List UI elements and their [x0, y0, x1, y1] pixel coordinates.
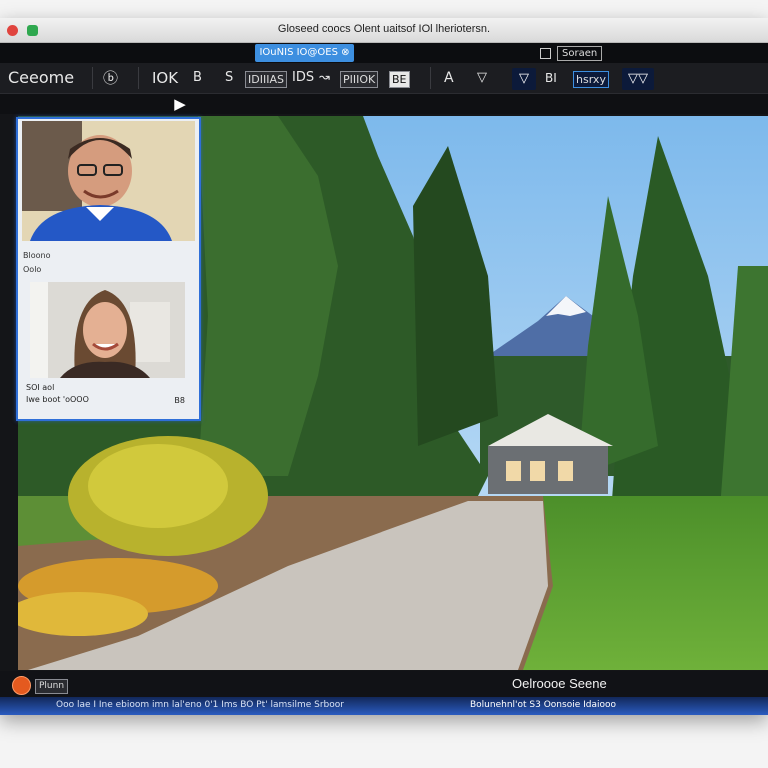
record-button[interactable] [12, 676, 31, 695]
double-chevron-icon[interactable]: ▽▽ [622, 68, 654, 90]
toolbar-divider [138, 67, 139, 89]
proxy-select[interactable]: hsrxy [573, 71, 609, 88]
app-name: Ceeome [8, 68, 75, 87]
screen-icon [540, 47, 551, 59]
app-window: Gloseed coocs Olent uaitsof IOl lheriote… [0, 18, 768, 715]
participant-2-video [30, 282, 185, 378]
dropdown-toggle-button[interactable]: ▽ [512, 68, 536, 90]
participant-1-info: Bloono Oolo [23, 249, 50, 277]
participant-tile-2[interactable] [30, 282, 185, 378]
status-text-right: Bolunehnl'ot S3 Oonsoie Idaiooo [470, 700, 616, 710]
text-style-icon[interactable]: A [444, 63, 454, 93]
participant-1-video [22, 121, 195, 241]
settings-icon[interactable]: ⓑ [103, 63, 118, 93]
wave-icon[interactable]: ↝ [319, 63, 330, 93]
status-bar: Ooo lae I Ine ebioom imn lal'eno 0'1 Ims… [0, 697, 768, 715]
participant-tile-1[interactable] [22, 121, 195, 241]
sub-toolbar: ▶ [0, 94, 768, 114]
status-text-left: Ooo lae I Ine ebioom imn lal'eno 0'1 Ims… [56, 700, 344, 710]
toolbar-item-ids[interactable]: IDS [292, 63, 314, 93]
play-button[interactable]: ▶ [166, 94, 194, 114]
tab-strip: IOuNIS IO@OES ⊗ Soraen [0, 43, 768, 63]
scene-title: Oelroooe Seene [512, 676, 607, 691]
tab-screen[interactable]: Soraen [540, 45, 603, 61]
participant-2-info: SOI aol Iwe boot 'oOOO [26, 382, 89, 406]
participants-panel: Bloono Oolo SOI aol Iwe boot 'oOOO B8 [16, 117, 201, 421]
bottom-bar: Plunn Oelroooe Seene [0, 671, 768, 697]
toolbar-item-piiok[interactable]: PIIIOK [340, 71, 379, 88]
record-label[interactable]: Plunn [35, 679, 69, 694]
toolbar: Ceeome ⓑ IOK B S IDIIIAS IDS ↝ PIIIOK BE… [0, 63, 768, 94]
toolbar-item-be[interactable]: BE [389, 71, 410, 88]
toolbar-item-dias[interactable]: IDIIIAS [245, 71, 287, 88]
window-title: Gloseed coocs Olent uaitsof IOl lheriote… [277, 23, 491, 35]
toolbar-item-s[interactable]: S [225, 63, 233, 93]
chevron-down-icon[interactable]: ▽ [477, 63, 487, 93]
toolbar-item-ok[interactable]: IOK [152, 63, 178, 93]
participant-1-name: Bloono [23, 251, 51, 260]
toolbar-item-b[interactable]: B [193, 63, 202, 93]
tab-screen-label: Soraen [557, 45, 603, 61]
participant-2-name: SOI aol [26, 383, 55, 392]
layout-icon[interactable]: BI [545, 63, 557, 93]
toolbar-divider [430, 67, 431, 89]
toolbar-divider [92, 67, 93, 89]
participant-2-status: Iwe boot 'oOOO [26, 395, 89, 404]
participant-2-badge: B8 [174, 396, 185, 405]
tab-active[interactable]: IOuNIS IO@OES ⊗ [255, 44, 354, 62]
participant-1-status: Oolo [23, 265, 42, 274]
title-bar: Gloseed coocs Olent uaitsof IOl lheriote… [0, 18, 768, 43]
